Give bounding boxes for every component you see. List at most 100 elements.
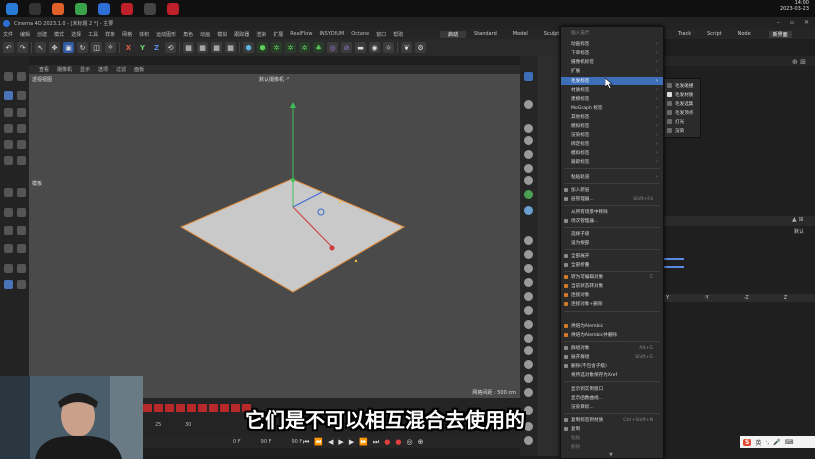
- menu-help[interactable]: 帮助: [393, 31, 403, 38]
- next-frame-icon[interactable]: ▶: [349, 438, 354, 447]
- material-icon[interactable]: [524, 292, 533, 301]
- environment-icon[interactable]: ▬: [355, 42, 366, 53]
- viewport-menu-cameras[interactable]: 摄像机: [57, 66, 72, 73]
- menu-item-paste[interactable]: 粘贴: [561, 434, 663, 442]
- material-icon[interactable]: [524, 278, 533, 287]
- submenu-item-hair-vertex[interactable]: 毛发顶点: [665, 109, 700, 117]
- menu-item-remove-from-takes[interactable]: 从所有场景中移除: [561, 208, 663, 216]
- material-icon[interactable]: [524, 320, 533, 329]
- light-icon[interactable]: ☼: [383, 42, 394, 53]
- viewport-menu-display[interactable]: 显示: [80, 66, 90, 73]
- submenu-item-render[interactable]: 渲染: [665, 127, 700, 135]
- search-icon[interactable]: [29, 2, 41, 15]
- polygons-mode-icon[interactable]: [4, 124, 13, 133]
- object-manager-icon[interactable]: [524, 72, 533, 81]
- redo-icon[interactable]: ↷: [17, 42, 28, 53]
- menu-render[interactable]: 渲染: [256, 31, 266, 38]
- menu-item-collapse-all[interactable]: 全部折叠: [561, 261, 663, 269]
- material-icon[interactable]: [524, 150, 533, 159]
- go-to-start-icon[interactable]: ⏮: [303, 438, 309, 447]
- menu-tracker[interactable]: 跟踪器: [234, 31, 249, 38]
- scale-icon[interactable]: ▣: [63, 42, 74, 53]
- pla-icon[interactable]: ⊕: [418, 438, 424, 447]
- frame-end-field[interactable]: 90 F: [261, 439, 272, 445]
- menu-item-connect-delete[interactable]: 连接对象+删除: [561, 300, 663, 308]
- layout-tab-track[interactable]: Track: [670, 31, 699, 37]
- menu-item-make-editable[interactable]: 转为可编辑对象 C: [561, 273, 663, 281]
- record-key-icon[interactable]: [209, 404, 218, 412]
- material-icon[interactable]: [524, 264, 533, 273]
- frame-end2-field[interactable]: 90 F: [291, 439, 302, 445]
- render-queue-icon[interactable]: ▦: [225, 42, 236, 53]
- menu-window[interactable]: 窗口: [376, 31, 386, 38]
- material-icon[interactable]: [524, 136, 533, 145]
- menu-item-copy-tag-to-material[interactable]: 复制标签到材质 Ctrl+Shift+N: [561, 416, 663, 424]
- ime-mic-icon[interactable]: 🎤: [773, 439, 780, 446]
- submenu-item-hair-selection[interactable]: 毛发选集: [665, 100, 700, 108]
- attribute-toolbar-icons[interactable]: ▲ ⊞: [792, 216, 804, 223]
- cinema4d-taskbar-icon[interactable]: [98, 2, 110, 15]
- select-icon[interactable]: ◫: [91, 42, 102, 53]
- material-icon[interactable]: [524, 436, 533, 445]
- material-icon[interactable]: [524, 306, 533, 315]
- material-icon[interactable]: [524, 346, 533, 355]
- model-mode-icon[interactable]: [4, 91, 13, 100]
- plane-edge-handle[interactable]: [354, 259, 358, 263]
- attribute-slider[interactable]: [664, 266, 684, 268]
- os-clock[interactable]: 14:00 2023-03-23: [780, 0, 809, 12]
- menu-item-delete-without-children[interactable]: 删除(不包含子级): [561, 362, 663, 370]
- menu-item-add-layer[interactable]: 加入新层: [561, 186, 663, 194]
- ime-toolbar[interactable]: S 英 ·, 🎤 ⌨: [740, 436, 815, 448]
- menu-item-bake-alembic[interactable]: 烘焙为Alembic: [561, 322, 663, 330]
- menu-item-simulation-tags[interactable]: 模拟标签 ›: [561, 122, 663, 130]
- plane-edge-handle[interactable]: [338, 200, 342, 204]
- menu-select[interactable]: 选择: [71, 31, 81, 38]
- menu-item-sub-tags[interactable]: 下单标签 ›: [561, 49, 663, 57]
- field-icon[interactable]: ♣: [313, 42, 324, 53]
- prev-key-icon[interactable]: ⏪: [314, 438, 323, 447]
- sphere-icon[interactable]: [524, 100, 533, 109]
- submenu-item-hair-collider[interactable]: 毛发碰撞: [665, 82, 700, 90]
- red-app-icon[interactable]: [167, 2, 179, 15]
- cube-icon[interactable]: ⬢: [243, 42, 254, 53]
- edges-mode-icon[interactable]: [17, 108, 26, 117]
- coordinate-system-icon[interactable]: ⟲: [165, 42, 176, 53]
- menu-item-copy[interactable]: 复制: [561, 425, 663, 433]
- undo-icon[interactable]: ↶: [3, 42, 14, 53]
- firefox-icon[interactable]: [52, 2, 64, 15]
- material-icon[interactable]: [524, 422, 533, 431]
- viewport-menu-view[interactable]: 查看: [39, 66, 49, 73]
- record-key-icon[interactable]: [198, 404, 207, 412]
- menu-scroll-down-icon[interactable]: ▼: [609, 452, 613, 458]
- menu-item-render-target[interactable]: 渲染目标...: [561, 403, 663, 411]
- menu-item-sim-tags[interactable]: 模拟标签 ›: [561, 149, 663, 157]
- obs-icon[interactable]: [144, 2, 156, 15]
- close-icon[interactable]: ✕: [804, 19, 809, 26]
- render-settings-icon[interactable]: ▦: [211, 42, 222, 53]
- viewport-menu-options[interactable]: 选项: [98, 66, 108, 73]
- render-view-icon[interactable]: ▦: [197, 42, 208, 53]
- menu-item-layer-manager[interactable]: 层管理器... Shift+F4: [561, 195, 663, 203]
- ime-punctuation-icon[interactable]: ·,: [765, 439, 769, 446]
- menu-item-render-tags[interactable]: 渲染标签 ›: [561, 131, 663, 139]
- menu-mograph[interactable]: 运动图形: [156, 31, 176, 38]
- uv-mode-icon[interactable]: [17, 124, 26, 133]
- y-axis-button[interactable]: Y: [137, 42, 148, 53]
- attribute-slider[interactable]: [664, 258, 684, 260]
- chrome-icon[interactable]: [75, 2, 87, 15]
- measure-icon[interactable]: [17, 264, 26, 273]
- maximize-icon[interactable]: ▫: [790, 19, 794, 26]
- menu-item-extensions[interactable]: 扩展 ›: [561, 67, 663, 75]
- deformer-icon[interactable]: ◎: [327, 42, 338, 53]
- layout-tab-startup[interactable]: 启动: [440, 30, 467, 38]
- submenu-item-hair-material[interactable]: 毛发材质: [665, 91, 700, 99]
- minimize-icon[interactable]: –: [777, 19, 780, 26]
- record-key-icon[interactable]: [165, 404, 174, 412]
- menu-octane[interactable]: Octane: [351, 31, 369, 37]
- menu-item-expand-all[interactable]: 全部展开: [561, 252, 663, 260]
- x-axis-button[interactable]: X: [123, 42, 134, 53]
- menu-item-select-children[interactable]: 选择子级: [561, 230, 663, 238]
- record-key-icon[interactable]: [187, 404, 196, 412]
- sculpt-icon[interactable]: [4, 208, 13, 217]
- guide-icon[interactable]: [17, 280, 26, 289]
